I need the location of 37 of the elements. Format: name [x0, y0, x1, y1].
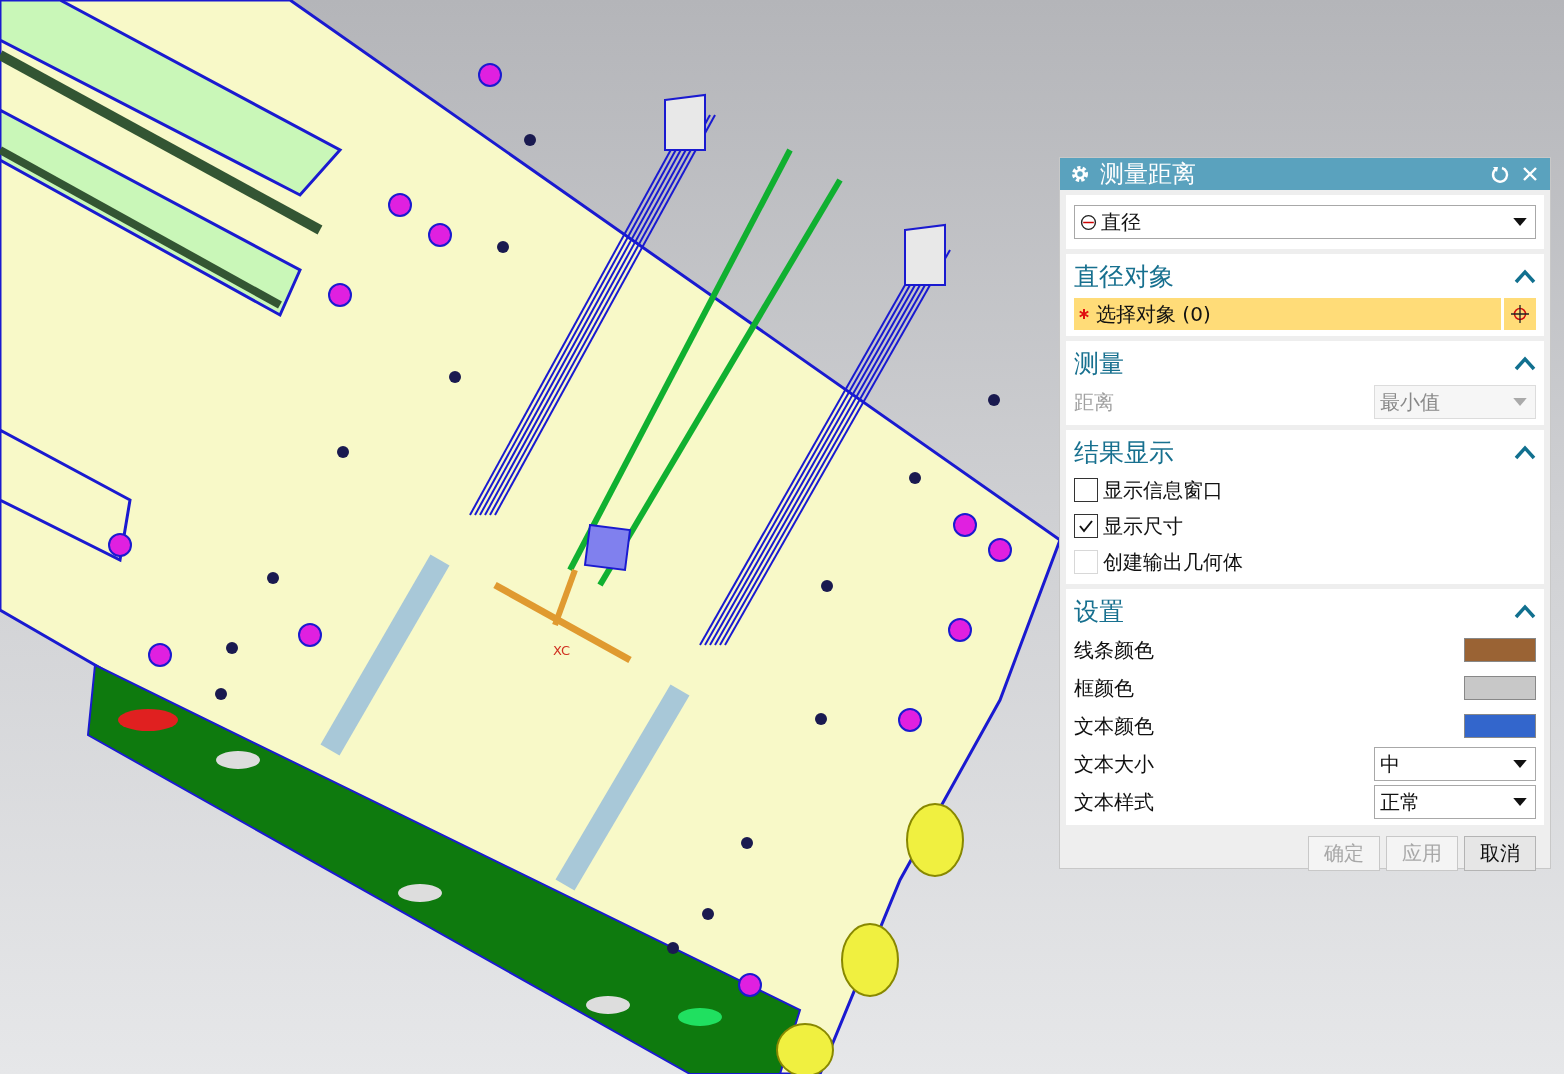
section-title: 测量: [1074, 347, 1124, 380]
section-title: 结果显示: [1074, 436, 1174, 469]
caret-icon: [1513, 397, 1527, 407]
distance-label: 距离: [1074, 388, 1114, 416]
collapse-icon[interactable]: [1514, 603, 1536, 619]
setting-label: 文本样式: [1074, 788, 1154, 816]
gear-icon: [1070, 164, 1090, 184]
setting-select[interactable]: 中: [1374, 747, 1536, 781]
diameter-icon: [1080, 213, 1097, 231]
section-title: 设置: [1074, 595, 1124, 628]
checkbox-label: 显示信息窗口: [1103, 476, 1223, 504]
color-swatch[interactable]: [1464, 676, 1536, 700]
setting-label: 文本颜色: [1074, 712, 1154, 740]
setting-label: 线条颜色: [1074, 636, 1154, 664]
caret-icon: [1513, 759, 1527, 769]
reset-icon[interactable]: [1490, 164, 1510, 184]
type-select[interactable]: 直径: [1074, 205, 1536, 239]
select-object-field[interactable]: 选择对象 (0): [1074, 298, 1501, 330]
checkbox[interactable]: [1074, 514, 1098, 538]
section-title: 直径对象: [1074, 260, 1174, 293]
crosshair-button[interactable]: [1504, 298, 1536, 330]
setting-label: 框颜色: [1074, 674, 1134, 702]
crosshair-icon: [1510, 304, 1530, 324]
dialog-button[interactable]: 取消: [1464, 836, 1536, 871]
caret-icon: [1513, 217, 1527, 227]
collapse-icon[interactable]: [1514, 268, 1536, 284]
collapse-icon[interactable]: [1514, 444, 1536, 460]
checkbox-label: 创建输出几何体: [1103, 548, 1243, 576]
color-swatch[interactable]: [1464, 638, 1536, 662]
color-swatch[interactable]: [1464, 714, 1536, 738]
setting-select[interactable]: 正常: [1374, 785, 1536, 819]
checkbox[interactable]: [1074, 478, 1098, 502]
caret-icon: [1513, 797, 1527, 807]
dialog-title: 测量距离: [1100, 159, 1196, 190]
axis-label: XC: [553, 643, 571, 658]
setting-label: 文本大小: [1074, 750, 1154, 778]
checkbox-label: 显示尺寸: [1103, 512, 1183, 540]
